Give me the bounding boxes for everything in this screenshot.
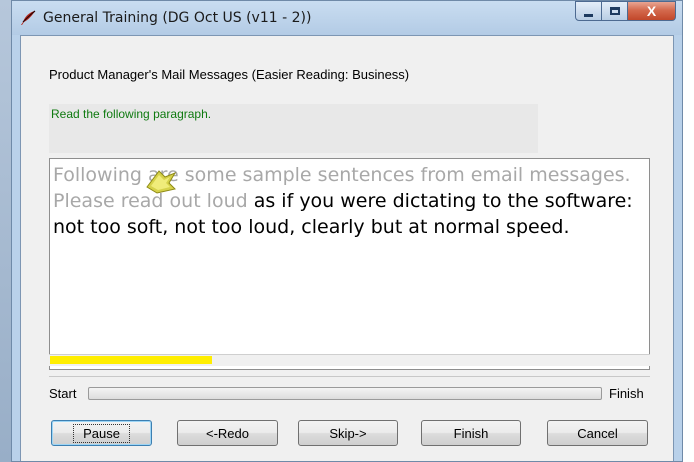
overall-progress-bar [88, 387, 602, 400]
maximize-button[interactable] [602, 1, 628, 21]
caption-buttons: X [575, 1, 676, 21]
reading-progress-bar [49, 354, 650, 366]
divider [49, 376, 650, 377]
cancel-button-label: Cancel [577, 425, 618, 441]
redo-button-label: <-Redo [206, 425, 249, 441]
desktop-background-right [682, 0, 694, 462]
skip-button-label: Skip-> [329, 425, 367, 441]
close-button[interactable]: X [628, 1, 676, 21]
maximize-icon [609, 7, 620, 15]
desktop-background [0, 0, 11, 462]
quill-icon [21, 10, 36, 25]
minimize-icon [584, 13, 593, 17]
progress-start-label: Start [49, 386, 77, 401]
skip-button[interactable]: Skip-> [298, 420, 398, 446]
pause-button[interactable]: Pause [51, 420, 152, 446]
reading-arrow-icon [146, 170, 177, 194]
window-title: General Training (DG Oct US (v11 - 2)) [43, 10, 312, 26]
reading-text-box: Following are some sample sentences from… [49, 158, 650, 370]
client-area: Product Manager's Mail Messages (Easier … [20, 35, 674, 461]
finish-button[interactable]: Finish [421, 420, 521, 446]
reading-paragraph: Following are some sample sentences from… [53, 162, 645, 240]
pause-button-label: Pause [73, 423, 130, 443]
minimize-button[interactable] [575, 1, 602, 21]
training-heading: Product Manager's Mail Messages (Easier … [49, 67, 410, 82]
finish-button-label: Finish [453, 425, 489, 441]
redo-button[interactable]: <-Redo [177, 420, 278, 446]
training-window: General Training (DG Oct US (v11 - 2)) X… [11, 0, 683, 462]
progress-finish-label: Finish [609, 386, 644, 401]
instruction-text: Read the following paragraph. [51, 107, 212, 121]
reading-progress-fill [50, 356, 213, 364]
instruction-panel: Read the following paragraph. [49, 104, 538, 153]
title-bar[interactable]: General Training (DG Oct US (v11 - 2)) X [12, 1, 682, 35]
cancel-button[interactable]: Cancel [547, 420, 648, 446]
close-icon: X [646, 3, 657, 19]
